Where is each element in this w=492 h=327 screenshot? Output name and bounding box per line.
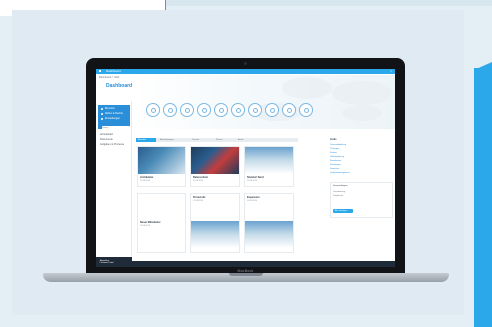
content-tabs: Aktuelles Ankündigungen Termine Wissen A… (136, 138, 298, 142)
user-icon[interactable] (214, 103, 228, 117)
sidebar-item[interactable]: Rollen & Rechte (105, 112, 123, 115)
event-row[interactable]: Teammeeting (333, 191, 345, 193)
quick-link[interactable]: Urlaubsplanung (330, 156, 344, 158)
news-card[interactable]: Architektur 22.08.2024 (137, 146, 186, 187)
footer-label: © Intranet Portal (99, 262, 114, 264)
card-image (191, 221, 239, 248)
clock-icon[interactable] (163, 103, 177, 117)
settings-icon[interactable] (231, 103, 245, 117)
events-box-title: Veranstaltungen (333, 185, 348, 187)
show-all-label: Alle anzeigen (335, 210, 348, 212)
card-date: 10.08.2024 (247, 200, 258, 202)
mail-icon[interactable] (248, 103, 262, 117)
sidebar-item[interactable]: Benutzer (105, 107, 115, 110)
chart-icon[interactable] (197, 103, 211, 117)
card-title: Expansion (247, 196, 260, 199)
news-card[interactable]: Firmensitz 12.08.2024 (190, 193, 240, 253)
right-panel: Links Personalabteilung IT-Support Kanti… (328, 138, 395, 267)
card-title: Firmensitz (193, 196, 206, 199)
app-title: Dashboard (106, 69, 121, 73)
cloud-shape (282, 77, 332, 99)
quick-link[interactable]: IT-Support (330, 148, 339, 150)
bullet-icon (101, 118, 103, 120)
sidebar-link[interactable]: Arbeitsplatz (100, 133, 113, 136)
card-title: Neuer Mitarbeiter (140, 221, 161, 224)
show-all-button[interactable]: Alle anzeigen (333, 209, 353, 213)
card-date: 21.08.2024 (193, 180, 204, 182)
tab[interactable]: Ankündigungen (160, 138, 174, 142)
card-title: Datenschutz (193, 176, 208, 179)
card-image (245, 221, 293, 248)
close-icon[interactable]: × (390, 69, 392, 74)
news-card[interactable]: Standort Nord 19.08.2024 (244, 146, 294, 187)
card-date: 12.08.2024 (193, 200, 204, 202)
quick-link[interactable]: Reisekosten (330, 160, 341, 162)
page-title: Dashboard (106, 83, 133, 89)
sidebar-active-section: Benutzer Rollen & Rechte Einstellungen (98, 105, 130, 130)
bullet-icon (101, 108, 103, 110)
right-panel-title: Links (330, 138, 337, 141)
search-icon[interactable] (282, 103, 296, 117)
document-icon[interactable] (180, 103, 194, 117)
news-card[interactable]: Datenschutz 21.08.2024 (190, 146, 240, 187)
news-card[interactable]: Expansion 10.08.2024 (244, 193, 294, 253)
hero-banner (132, 75, 395, 129)
camera (244, 62, 247, 65)
hamburger-icon[interactable] (99, 70, 101, 72)
quick-link[interactable]: Formulare (330, 168, 339, 170)
news-card[interactable]: Neuer Mitarbeiter 15.08.2024 (137, 193, 186, 253)
card-date: 19.08.2024 (247, 180, 258, 182)
background-accent-bar (474, 68, 492, 327)
cloud-shape (332, 81, 392, 105)
sidebar-link[interactable]: Aufgaben & Prozesse (100, 143, 124, 146)
laptop-screen: Dashboard × Dashboard > Start Dashboard … (96, 69, 395, 267)
laptop-display: Dashboard × Dashboard > Start Dashboard … (86, 58, 405, 276)
card-title: Standort Nord (247, 176, 264, 179)
calendar-icon[interactable] (146, 103, 160, 117)
breadcrumb: Dashboard > Start (99, 76, 120, 79)
screen-footer: © Intranet Portal (96, 261, 395, 267)
sidebar: Benutzer Rollen & Rechte Einstellungen A… (96, 101, 132, 267)
card-date: 22.08.2024 (140, 180, 151, 182)
card-image (245, 147, 293, 174)
events-box: Veranstaltungen Teammeeting Projektstart… (330, 182, 393, 218)
folder-icon[interactable] (265, 103, 279, 117)
tab[interactable]: Archiv (238, 138, 244, 142)
tab[interactable]: Wissen (216, 138, 223, 142)
card-title: Architektur (140, 176, 154, 179)
tab[interactable]: Aktuelles (136, 138, 156, 142)
app-topbar: Dashboard × (96, 69, 395, 74)
sidebar-search-input[interactable] (102, 126, 130, 130)
cloud-shape (342, 105, 382, 121)
quick-link[interactable]: Schulungen (330, 164, 341, 166)
help-icon[interactable] (299, 103, 313, 117)
card-image (138, 147, 185, 174)
tab[interactable]: Termine (192, 138, 199, 142)
card-image (191, 147, 239, 174)
sidebar-item[interactable]: Einstellungen (105, 117, 120, 120)
quick-link[interactable]: Personalabteilung (330, 144, 346, 146)
card-date: 15.08.2024 (140, 225, 151, 227)
event-row[interactable]: Projektstart (333, 195, 343, 197)
laptop-notch (229, 273, 263, 276)
bullet-icon (101, 113, 103, 115)
sidebar-link[interactable]: Dokumente (100, 138, 113, 141)
quick-link[interactable]: Kantine (330, 152, 337, 154)
quick-link[interactable]: Qualitätsmanagement (330, 172, 350, 174)
